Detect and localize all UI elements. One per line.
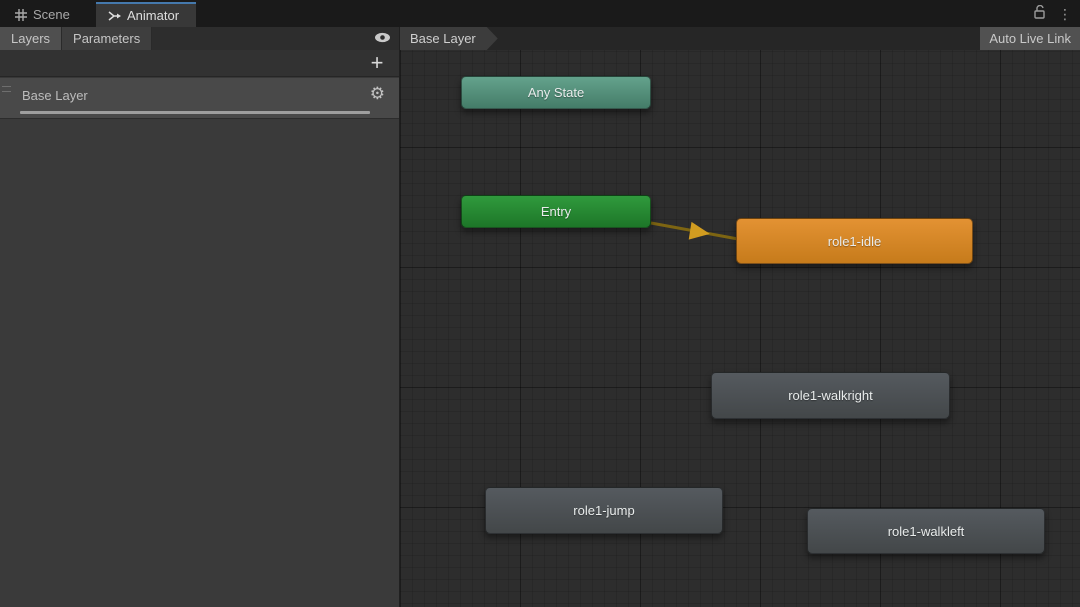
node-any-state[interactable]: Any State [461,76,651,109]
tab-layers[interactable]: Layers [0,27,62,50]
tab-layers-label: Layers [11,31,50,46]
tab-scene-label: Scene [33,7,70,22]
layers-panel-empty-area [0,118,399,607]
add-layer-button[interactable]: + [365,51,389,75]
window-tab-bar: Scene Animator ⋮ [0,0,1080,27]
tab-scene[interactable]: Scene [2,2,88,27]
tab-parameters[interactable]: Parameters [62,27,152,50]
breadcrumb-bar: Base Layer Auto Live Link [400,27,1080,50]
node-label: Entry [541,204,571,219]
lock-icon[interactable] [1033,5,1046,24]
node-role1-walkleft[interactable]: role1-walkleft [807,508,1045,554]
node-role1-jump[interactable]: role1-jump [485,487,723,534]
layer-item-base-layer[interactable]: Base Layer ⚙ [0,78,399,118]
tab-animator-label: Animator [127,8,179,23]
drag-handle-icon[interactable] [2,86,11,92]
animator-window: Scene Animator ⋮ Layers Parameters [0,0,1080,607]
node-role1-walkright[interactable]: role1-walkright [711,372,950,419]
layers-parameters-tabs: Layers Parameters [0,27,399,50]
grid-icon [14,8,27,21]
eye-icon[interactable] [374,31,391,49]
state-machine-graph[interactable]: Any State Entry role1-idle role1-walkrig… [400,27,1080,607]
kebab-menu-icon[interactable]: ⋮ [1058,7,1072,21]
breadcrumb[interactable]: Base Layer [400,27,498,50]
layer-toolbar-row: + [0,50,399,77]
animator-icon [108,9,121,22]
node-label: Any State [528,85,584,100]
node-label: role1-walkright [788,388,873,403]
tab-animator[interactable]: Animator [96,2,196,27]
node-label: role1-idle [828,234,881,249]
node-label: role1-walkleft [888,524,965,539]
layer-name: Base Layer [22,88,88,103]
layers-panel: Layers Parameters + Base Layer ⚙ [0,27,400,607]
gear-icon[interactable]: ⚙ [370,85,385,102]
auto-live-link-button[interactable]: Auto Live Link [980,27,1080,50]
tab-parameters-label: Parameters [73,31,140,46]
node-role1-idle[interactable]: role1-idle [736,218,973,264]
node-label: role1-jump [573,503,634,518]
layer-weight-bar[interactable] [20,111,370,114]
node-entry[interactable]: Entry [461,195,651,228]
